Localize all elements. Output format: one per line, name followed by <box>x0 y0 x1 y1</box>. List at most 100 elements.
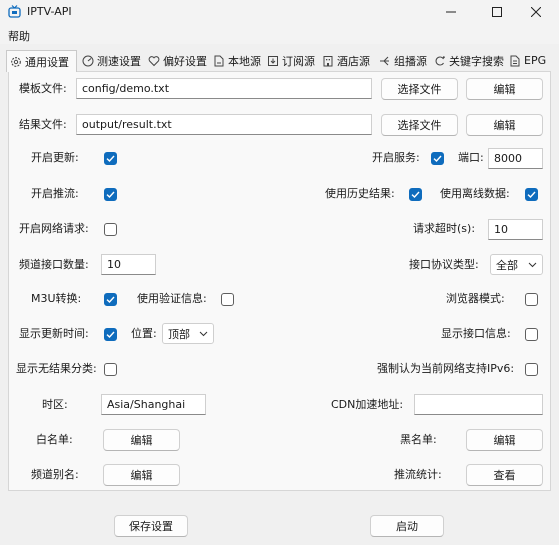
tab-multicast-source[interactable]: 组播源 <box>376 50 427 71</box>
checkmark-icon <box>106 296 115 304</box>
cdn-input[interactable] <box>414 394 543 415</box>
maximize-icon <box>492 7 502 17</box>
browser-mode-label: 浏览器模式: <box>446 292 505 305</box>
interface-protocol-select[interactable]: 全部 <box>490 254 543 275</box>
speedometer-icon <box>82 55 94 66</box>
timezone-input[interactable]: Asia/Shanghai <box>101 394 206 415</box>
interface-protocol-label: 接口协议类型: <box>409 258 479 271</box>
use-offline-checkbox[interactable] <box>525 188 538 201</box>
use-offline-label: 使用离线数据: <box>440 187 510 200</box>
tab-speed-test[interactable]: 测速设置 <box>79 50 141 71</box>
template-file-label: 模板文件: <box>19 82 67 95</box>
result-file-input[interactable]: output/result.txt <box>76 114 372 135</box>
channel-interface-count-input[interactable]: 10 <box>101 254 156 275</box>
template-edit-button[interactable]: 编辑 <box>466 78 543 100</box>
tv-icon <box>8 5 21 18</box>
template-choose-file-button[interactable]: 选择文件 <box>381 78 458 100</box>
save-settings-button[interactable]: 保存设置 <box>114 515 188 537</box>
port-input[interactable]: 8000 <box>488 148 543 169</box>
result-file-label: 结果文件: <box>19 118 67 131</box>
hotel-icon <box>323 55 333 66</box>
position-value: 顶部 <box>168 327 190 341</box>
interface-protocol-value: 全部 <box>496 258 518 272</box>
minimize-button[interactable] <box>428 0 474 24</box>
tab-label: 酒店源 <box>337 54 370 68</box>
subscription-icon <box>268 55 278 66</box>
m3u-checkbox[interactable] <box>104 293 117 306</box>
tab-label: 偏好设置 <box>163 54 207 68</box>
open-service-label: 开启服务: <box>372 151 420 164</box>
tab-general[interactable]: 通用设置 <box>6 50 77 72</box>
channel-interface-count-label: 频道接口数量: <box>19 258 89 271</box>
browser-mode-checkbox[interactable] <box>525 293 538 306</box>
keyword-search-icon <box>435 55 445 65</box>
tab-keyword-search[interactable]: 关键字搜索 <box>431 50 504 71</box>
whitelist-label: 白名单: <box>36 433 73 446</box>
menu-help[interactable]: 帮助 <box>8 28 30 44</box>
use-verification-label: 使用验证信息: <box>137 292 207 305</box>
tab-label: 通用设置 <box>25 55 69 69</box>
channel-alias-edit-button[interactable]: 编辑 <box>103 464 180 486</box>
show-unmatched-category-label: 显示无结果分类: <box>16 362 97 375</box>
checkmark-icon <box>411 191 420 199</box>
checkmark-icon <box>527 191 536 199</box>
force-ipv6-checkbox[interactable] <box>525 363 538 376</box>
request-timeout-label: 请求超时(s): <box>413 222 476 235</box>
gear-icon <box>11 56 21 67</box>
start-button[interactable]: 启动 <box>370 515 444 537</box>
tab-label: 本地源 <box>228 54 261 68</box>
result-choose-file-button[interactable]: 选择文件 <box>381 114 458 136</box>
open-service-checkbox[interactable] <box>431 152 444 165</box>
template-file-input[interactable]: config/demo.txt <box>76 78 372 99</box>
whitelist-edit-button[interactable]: 编辑 <box>103 429 180 451</box>
push-stats-label: 推流统计: <box>394 468 442 481</box>
use-history-checkbox[interactable] <box>409 188 422 201</box>
checkmark-icon <box>433 155 442 163</box>
use-history-label: 使用历史结果: <box>325 187 395 200</box>
open-push-checkbox[interactable] <box>104 188 117 201</box>
multicast-icon <box>380 56 389 65</box>
open-update-checkbox[interactable] <box>104 152 117 165</box>
use-verification-checkbox[interactable] <box>221 293 234 306</box>
open-network-request-label: 开启网络请求: <box>19 222 89 235</box>
show-interface-info-checkbox[interactable] <box>525 328 538 341</box>
menu-bar: 帮助 <box>0 24 559 44</box>
port-label: 端口: <box>458 151 484 164</box>
open-network-request-checkbox[interactable] <box>104 223 117 236</box>
blacklist-edit-button[interactable]: 编辑 <box>466 429 543 451</box>
open-update-label: 开启更新: <box>31 151 79 164</box>
tab-label: 关键字搜索 <box>449 54 504 68</box>
tab-epg[interactable]: EPG <box>506 50 546 71</box>
tab-label: EPG <box>524 54 547 67</box>
show-interface-info-label: 显示接口信息: <box>441 327 511 340</box>
show-update-time-label: 显示更新时间: <box>19 327 89 340</box>
chevron-down-icon <box>199 331 208 336</box>
push-stats-view-button[interactable]: 查看 <box>466 464 543 486</box>
chevron-down-icon <box>528 262 537 267</box>
tab-subscription-source[interactable]: 订阅源 <box>264 50 315 71</box>
checkmark-icon <box>106 191 115 199</box>
close-icon <box>531 7 541 17</box>
tab-hotel-source[interactable]: 酒店源 <box>319 50 370 71</box>
tab-label: 订阅源 <box>282 54 315 68</box>
tab-label: 组播源 <box>394 54 427 68</box>
m3u-label: M3U转换: <box>31 292 82 305</box>
force-ipv6-label: 强制认为当前网络支持IPv6: <box>377 362 515 375</box>
close-button[interactable] <box>513 0 559 24</box>
show-update-time-checkbox[interactable] <box>104 328 117 341</box>
position-select[interactable]: 顶部 <box>162 323 214 344</box>
channel-alias-label: 频道别名: <box>31 468 79 481</box>
local-file-icon <box>214 55 224 66</box>
tab-preferences[interactable]: 偏好设置 <box>145 50 207 71</box>
tab-strip: 通用设置 测速设置 偏好设置 本地源 订阅源 酒店源 组播源 关键字搜索 EPG <box>6 50 556 72</box>
title-bar: IPTV-API <box>0 0 559 24</box>
tab-label: 测速设置 <box>97 54 141 68</box>
request-timeout-input[interactable]: 10 <box>488 219 543 240</box>
result-edit-button[interactable]: 编辑 <box>466 114 543 136</box>
tab-local-source[interactable]: 本地源 <box>210 50 261 71</box>
show-unmatched-category-checkbox[interactable] <box>104 363 117 376</box>
blacklist-label: 黑名单: <box>400 433 437 446</box>
minimize-icon <box>446 11 456 13</box>
cdn-label: CDN加速地址: <box>331 398 404 411</box>
checkmark-icon <box>106 331 115 339</box>
